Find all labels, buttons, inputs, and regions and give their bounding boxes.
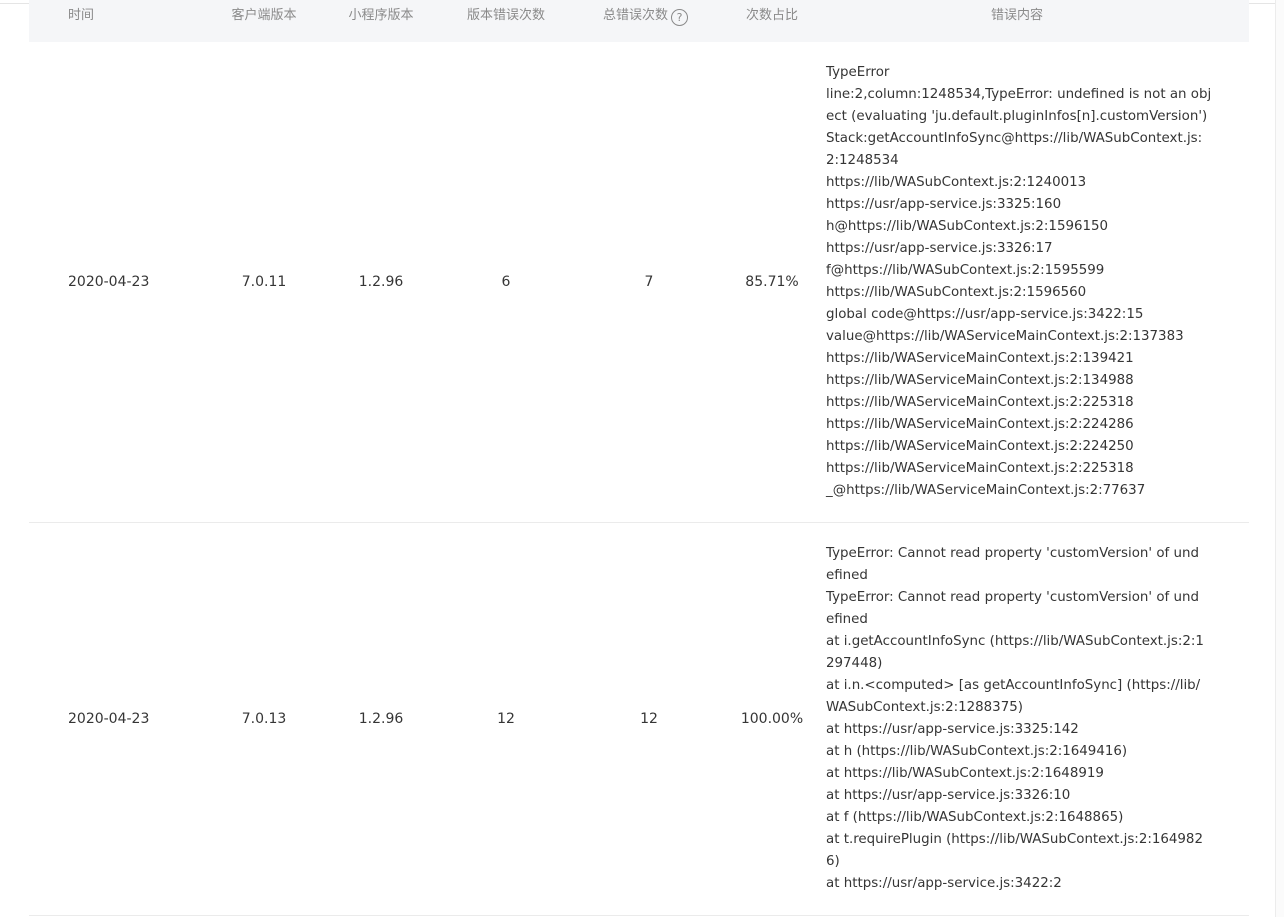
page-scrollbar[interactable]	[1275, 0, 1284, 917]
cell-time: 2020-04-23	[68, 274, 150, 290]
header-total-errors: 总错误次数?	[603, 4, 689, 26]
header-total-errors-label: 总错误次数	[603, 8, 669, 23]
cell-version-errors: 12	[497, 711, 515, 727]
header-content: 错误内容	[990, 8, 1044, 23]
error-line: efined	[826, 612, 868, 627]
cell-error-content: TypeError: Cannot read property 'customV…	[826, 543, 1214, 895]
error-line: TypeError: Cannot read property 'customV…	[826, 590, 1199, 605]
error-line: efined	[826, 568, 868, 583]
cell-total-errors: 7	[644, 274, 654, 290]
error-line: global code@https://usr/app-service.js:3…	[826, 307, 1144, 322]
error-line: at i.n.<computed> [as getAccountInfoSync…	[826, 678, 1201, 693]
table-row: 2020-04-23 7.0.13 1.2.96 12 12 100.00% T…	[29, 523, 1249, 916]
error-line: f@https://lib/WASubContext.js:2:1595599	[826, 263, 1105, 278]
error-line: _@https://lib/WAServiceMainContext.js:2:…	[826, 483, 1146, 498]
cell-total-errors: 12	[640, 711, 658, 727]
header-version-errors: 版本错误次数	[466, 8, 546, 23]
error-line: https://lib/WAServiceMainContext.js:2:22…	[826, 439, 1134, 454]
table-header: 时间 客户端版本 小程序版本 版本错误次数 总错误次数? 次数占比 错误内容	[29, 0, 1249, 42]
error-line: TypeError	[826, 65, 890, 80]
error-line: 2:1248534	[826, 153, 899, 168]
error-line: WASubContext.js:2:1288375)	[826, 700, 1023, 715]
table-row: 2020-04-23 7.0.11 1.2.96 6 7 85.71% Type…	[29, 42, 1249, 523]
cell-ratio: 85.71%	[745, 274, 799, 290]
error-line: at https://usr/app-service.js:3325:142	[826, 722, 1079, 737]
error-line: at f (https://lib/WASubContext.js:2:1648…	[826, 810, 1124, 825]
error-line: at i.getAccountInfoSync (https://lib/WAS…	[826, 634, 1204, 649]
error-line: https://usr/app-service.js:3326:17	[826, 241, 1053, 256]
cell-app-version: 1.2.96	[358, 711, 404, 727]
error-line: 6)	[826, 854, 840, 869]
cell-error-content: TypeError line:2,column:1248534,TypeErro…	[826, 62, 1214, 502]
error-line: ect (evaluating 'ju.default.pluginInfos[…	[826, 109, 1208, 124]
error-line: https://lib/WAServiceMainContext.js:2:13…	[826, 373, 1134, 388]
cell-client-version: 7.0.13	[241, 711, 287, 727]
error-line: at t.requirePlugin (https://lib/WASubCon…	[826, 832, 1203, 847]
error-table: 时间 客户端版本 小程序版本 版本错误次数 总错误次数? 次数占比 错误内容 2…	[29, 0, 1249, 916]
error-line: https://lib/WASubContext.js:2:1596560	[826, 285, 1087, 300]
error-line: line:2,column:1248534,TypeError: undefin…	[826, 87, 1212, 102]
error-line: TypeError: Cannot read property 'customV…	[826, 546, 1199, 561]
cell-app-version: 1.2.96	[358, 274, 404, 290]
error-line: h@https://lib/WASubContext.js:2:1596150	[826, 219, 1109, 234]
error-line: https://lib/WASubContext.js:2:1240013	[826, 175, 1087, 190]
error-line: at https://usr/app-service.js:3326:10	[826, 788, 1071, 803]
error-line: value@https://lib/WAServiceMainContext.j…	[826, 329, 1184, 344]
header-client-version: 客户端版本	[231, 8, 297, 23]
error-line: https://lib/WAServiceMainContext.js:2:22…	[826, 417, 1134, 432]
help-question-icon[interactable]: ?	[671, 9, 689, 26]
cell-ratio: 100.00%	[740, 711, 804, 727]
header-ratio: 次数占比	[745, 8, 799, 23]
cell-client-version: 7.0.11	[241, 274, 287, 290]
cell-version-errors: 6	[501, 274, 511, 290]
error-line: at https://lib/WASubContext.js:2:1648919	[826, 766, 1104, 781]
error-line: https://usr/app-service.js:3325:160	[826, 197, 1062, 212]
error-line: https://lib/WAServiceMainContext.js:2:22…	[826, 395, 1134, 410]
header-app-version: 小程序版本	[348, 8, 414, 23]
cell-time: 2020-04-23	[68, 711, 150, 727]
error-line: https://lib/WAServiceMainContext.js:2:13…	[826, 351, 1134, 366]
error-line: https://lib/WAServiceMainContext.js:2:22…	[826, 461, 1134, 476]
error-line: at h (https://lib/WASubContext.js:2:1649…	[826, 744, 1128, 759]
error-line: 297448)	[826, 656, 883, 671]
header-time: 时间	[68, 8, 95, 23]
error-line: Stack:getAccountInfoSync@https://lib/WAS…	[826, 131, 1203, 146]
error-line: at https://usr/app-service.js:3422:2	[826, 876, 1062, 891]
